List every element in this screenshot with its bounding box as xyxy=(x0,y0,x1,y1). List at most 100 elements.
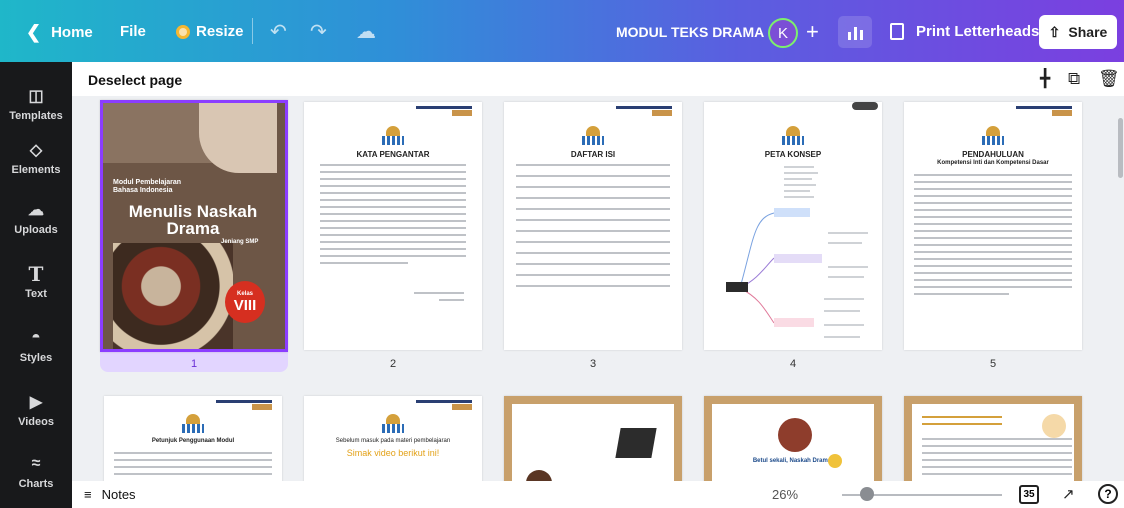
help-icon[interactable]: ? xyxy=(1098,484,1118,504)
sidebar-item-elements[interactable]: ◇ Elements xyxy=(0,140,72,176)
file-menu-button[interactable]: File xyxy=(120,23,146,40)
sidebar-item-label: Styles xyxy=(19,352,53,364)
page-number: 5 xyxy=(989,358,997,370)
decorative-bar xyxy=(416,106,472,116)
page-subtitle: Kompetensi Inti dan Kompetensi Dasar xyxy=(937,160,1049,166)
document-title[interactable]: MODUL TEKS DRAMA xyxy=(616,24,764,40)
body-text xyxy=(320,164,466,269)
page-frame xyxy=(512,404,674,481)
delete-page-icon[interactable]: 🗑 xyxy=(1098,69,1120,89)
character-image xyxy=(778,418,812,452)
zoom-slider-handle[interactable] xyxy=(860,487,874,501)
sidebar-item-charts[interactable]: ≈ Charts xyxy=(0,454,72,490)
page-frame: Betul sekali, Naskah Drama! xyxy=(712,404,874,481)
body-text xyxy=(914,174,1072,300)
undo-icon[interactable]: ↶ xyxy=(270,19,287,44)
decorative-bar xyxy=(1016,106,1072,116)
badge-icon xyxy=(828,454,842,468)
share-label: Share xyxy=(1068,24,1108,40)
print-letterheads-button[interactable]: Print Letterheads xyxy=(890,23,1039,40)
page-thumbnail-7[interactable]: Sebelum masuk pada materi pembelajaran S… xyxy=(304,396,482,481)
page-title: DAFTAR ISI xyxy=(570,150,616,159)
share-button[interactable]: ⇧ Share xyxy=(1039,15,1117,49)
page-grid: Modul Pembelajaran Bahasa Indonesia Menu… xyxy=(72,96,1117,481)
sidebar-item-label: Elements xyxy=(11,164,61,176)
body-text xyxy=(114,452,272,480)
page-title: Betul sekali, Naskah Drama! xyxy=(752,458,834,464)
concept-map xyxy=(726,166,868,338)
sidebar-item-templates[interactable]: ◫ Templates xyxy=(0,86,72,122)
page-actions-bar: Deselect page ╋ ⧉ 🗑 xyxy=(72,62,1124,96)
crown-icon xyxy=(176,24,190,39)
logo-icon xyxy=(382,414,404,434)
page-thumbnail-3[interactable]: DAFTAR ISI xyxy=(504,102,682,350)
cover-subtitle: Modul Pembelajaran Bahasa Indonesia xyxy=(113,179,182,194)
sidebar-item-uploads[interactable]: ☁ Uploads xyxy=(0,200,72,236)
logo-icon xyxy=(782,126,804,146)
page-title: PENDAHULUAN xyxy=(962,150,1024,159)
scrollbar-thumb[interactable] xyxy=(1118,118,1123,178)
table-of-contents xyxy=(516,164,670,296)
fullscreen-icon[interactable]: ↗ xyxy=(1062,485,1075,503)
kelas-badge: Kelas VIII xyxy=(225,281,265,323)
redo-icon[interactable]: ↷ xyxy=(310,19,327,44)
add-page-icon[interactable]: ╋ xyxy=(1040,69,1050,89)
divider xyxy=(252,18,253,44)
resize-button[interactable]: Resize xyxy=(176,23,244,40)
resize-label: Resize xyxy=(196,23,244,40)
page-thumbnail-5[interactable]: PENDAHULUAN Kompetensi Inti dan Kompeten… xyxy=(904,102,1082,350)
page-thumbnail-8[interactable] xyxy=(504,396,682,481)
duplicate-page-icon[interactable]: ⧉ xyxy=(1068,69,1080,89)
add-collaborator-icon[interactable]: + xyxy=(806,19,819,45)
sidebar-item-text[interactable]: T Text xyxy=(0,262,72,300)
top-toolbar: ❮ Home File Resize ↶ ↷ ☁ MODUL TEKS DRAM… xyxy=(0,0,1124,62)
page-thumbnail-10[interactable] xyxy=(904,396,1082,481)
notes-button[interactable]: ≡ Notes xyxy=(84,487,136,502)
kelas-value: VIII xyxy=(233,296,257,314)
home-button[interactable]: ❮ Home xyxy=(26,22,93,43)
templates-icon: ◫ xyxy=(28,88,44,105)
uploads-icon: ☁ xyxy=(28,202,44,219)
page-title: Petunjuk Penggunaan Modul xyxy=(151,438,235,444)
page-thumbnail-4[interactable]: PETA KONSEP xyxy=(704,102,882,350)
page-thumbnail-1[interactable]: Modul Pembelajaran Bahasa Indonesia Menu… xyxy=(100,100,288,352)
decorative-bar xyxy=(416,400,472,410)
print-label: Print Letterheads xyxy=(916,23,1040,40)
sidebar-item-label: Templates xyxy=(9,110,63,122)
elements-icon: ◇ xyxy=(29,142,43,159)
page-frame xyxy=(912,404,1074,481)
videos-icon: ▶ xyxy=(29,394,43,411)
page-thumbnail-6[interactable]: Petunjuk Penggunaan Modul xyxy=(104,396,282,481)
share-icon: ⇧ xyxy=(1048,23,1061,40)
page-number: 4 xyxy=(789,358,797,370)
deselect-page-button[interactable]: Deselect page xyxy=(88,72,182,88)
charts-icon: ≈ xyxy=(31,455,41,472)
page-thumbnail-2[interactable]: KATA PENGANTAR xyxy=(304,102,482,350)
cloud-saved-icon[interactable]: ☁ xyxy=(356,19,376,44)
sidebar-item-label: Text xyxy=(25,288,47,300)
badge-icon xyxy=(1042,414,1066,438)
document-icon xyxy=(890,23,904,40)
clapperboard-icon xyxy=(615,428,657,458)
chevron-left-icon: ❮ xyxy=(26,22,42,42)
page-number: 1 xyxy=(190,358,198,370)
vertical-scrollbar[interactable] xyxy=(1117,96,1124,481)
page-title: Sebelum masuk pada materi pembelajaran xyxy=(335,438,451,444)
page-thumbnail-9[interactable]: Betul sekali, Naskah Drama! xyxy=(704,396,882,481)
zoom-level[interactable]: 26% xyxy=(772,487,798,502)
page-number: 3 xyxy=(589,358,597,370)
decorative-bar xyxy=(216,400,272,410)
sidebar-item-videos[interactable]: ▶ Videos xyxy=(0,392,72,428)
logo-icon xyxy=(982,126,1004,146)
insights-button[interactable] xyxy=(838,16,872,48)
sidebar: ◫ Templates ◇ Elements ☁ Uploads T Text … xyxy=(0,62,72,508)
avatar[interactable]: K xyxy=(768,18,798,48)
cover-title: Menulis Naskah Drama xyxy=(128,202,258,238)
more-options-icon[interactable] xyxy=(852,102,878,110)
logo-icon xyxy=(582,126,604,146)
home-label: Home xyxy=(51,24,93,41)
page-count-button[interactable]: 35 xyxy=(1019,485,1039,504)
sidebar-item-styles[interactable]: ◓ Styles xyxy=(0,328,72,364)
logo-icon xyxy=(182,414,204,434)
page-number: 2 xyxy=(389,358,397,370)
